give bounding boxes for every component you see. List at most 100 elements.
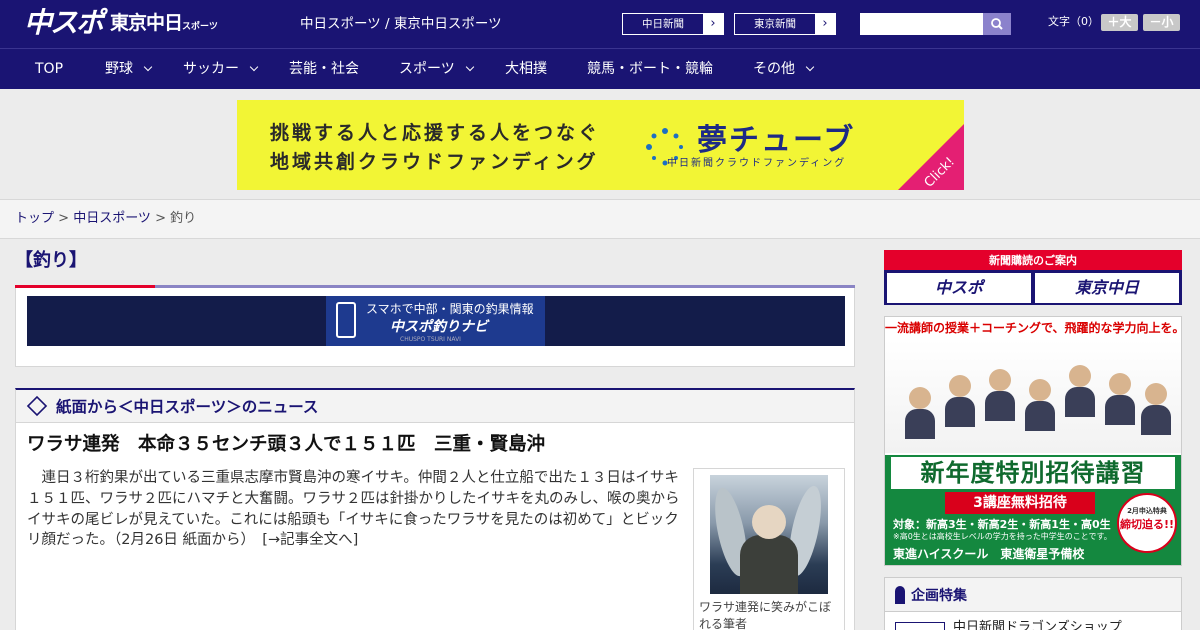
toshin-ad[interactable]: 一流講師の授業＋コーチングで、飛躍的な学力向上を。 新年度特別招待講習 3講座無… (884, 316, 1182, 566)
breadcrumb: トップ > 中日スポーツ > 釣り (15, 211, 196, 227)
nav-other-label: その他 (753, 61, 795, 77)
chevron-down-icon (805, 62, 815, 72)
ad-brand2: 東進衛星予備校 (1000, 547, 1085, 561)
breadcrumb-top[interactable]: トップ (15, 211, 54, 226)
tsuri-navi-line2: 中スポ釣りナビ (390, 319, 488, 335)
breadcrumb-chunichi-sports[interactable]: 中日スポーツ (73, 211, 151, 226)
person-shape (1109, 373, 1131, 395)
tsuri-navi-line1: スマホで中部・関東の釣果情報 (366, 302, 534, 316)
person-shape (985, 391, 1015, 421)
news-header-text: 紙面から＜中日スポーツ＞のニュース (56, 398, 319, 416)
person-shape (949, 375, 971, 397)
banner-logo: 夢チューブ (697, 123, 856, 158)
main-nav: TOP 野球 サッカー 芸能・社会 スポーツ 大相撲 競馬・ボート・競輪 その他 (0, 48, 1200, 89)
read-more-link[interactable]: [→記事全文へ] (262, 532, 358, 548)
nav-sumo-label: 大相撲 (505, 61, 547, 77)
chunichi-shimbun-label: 中日新聞 (642, 18, 684, 30)
chevron-down-icon (465, 62, 474, 72)
nav-top-label: TOP (35, 61, 64, 77)
tokyo-shimbun-button[interactable]: 東京新聞 › (734, 13, 836, 35)
person-shape (1141, 405, 1171, 435)
breadcrumb-sep: > (150, 211, 171, 226)
chevron-right-icon: › (703, 14, 723, 34)
article-summary: 連日３桁釣果が出ている三重県志摩市賢島沖の寒イサキ。仲間２人と仕立船で出た１３日… (27, 468, 685, 551)
ribbon-icon (895, 586, 905, 604)
subscription-header: 新聞購読のご案内 (884, 252, 1182, 270)
tokyo-shimbun-label: 東京新聞 (754, 18, 796, 30)
subscription-box: 新聞購読のご案内 中スポ 東京中日 (884, 250, 1182, 305)
chuspo-logo[interactable]: 中スポ (24, 7, 104, 39)
feature-header: 企画特集 (885, 578, 1181, 612)
nav-sports-label: スポーツ (399, 61, 455, 77)
news-header: 紙面から＜中日スポーツ＞のニュース (16, 390, 854, 423)
breadcrumb-current: 釣り (170, 211, 197, 226)
person-shape (1145, 383, 1167, 405)
feature-item-link[interactable]: 中日新聞ドラゴンズショップ (953, 620, 1122, 630)
nav-entertainment-label: 芸能・社会 (289, 61, 359, 77)
nav-soccer[interactable]: サッカー (183, 49, 259, 90)
ad-brand1: 東進ハイスクール (893, 547, 989, 561)
tsuri-navi-banner[interactable]: スマホで中部・関東の釣果情報 中スポ釣りナビ CHUSPO TSURI NAVI (27, 296, 845, 346)
person-shape (905, 409, 935, 439)
nav-entertainment[interactable]: 芸能・社会 (289, 49, 359, 90)
ad-offer: 3講座無料招待 (945, 492, 1095, 514)
angler-body (740, 535, 798, 594)
ad-brands: 東進ハイスクール 東進衛星予備校 (893, 546, 1084, 562)
tokyo-chunichi-logo-sub: スポーツ (182, 22, 218, 32)
feature-title: 企画特集 (911, 588, 967, 604)
ad-target: 対象：新高3生・新高2生・新高1生・高0生 (893, 518, 1111, 531)
sidebar: 新聞購読のご案内 中スポ 東京中日 一流講師の授業＋コーチングで、飛躍的な学力向… (883, 250, 1183, 630)
chevron-right-icon: › (815, 14, 835, 34)
article-headline[interactable]: ワラサ連発 本命３５センチ頭３人で１５１匹 三重・賢島沖 (27, 433, 545, 457)
nav-baseball[interactable]: 野球 (105, 49, 153, 90)
ad-green-panel: 新年度特別招待講習 3講座無料招待 対象：新高3生・新高2生・新高1生・高0生 … (885, 455, 1181, 565)
feature-thumbnail[interactable] (895, 622, 945, 630)
search-icon (991, 18, 1003, 30)
ad-headline: 新年度特別招待講習 (891, 457, 1175, 489)
search-input[interactable] (860, 13, 983, 35)
tsuri-navi-line3: CHUSPO TSURI NAVI (400, 336, 461, 343)
person-shape (1105, 395, 1135, 425)
nav-racing[interactable]: 競馬・ボート・競輪 (587, 49, 713, 90)
deadline-badge-text: 締切迫る!! (1119, 518, 1175, 531)
breadcrumb-sep: > (54, 211, 74, 226)
nav-other[interactable]: その他 (753, 49, 815, 90)
tokyo-chunichi-logo[interactable]: 東京中日スポーツ (110, 10, 218, 40)
chuspo-subscribe-button[interactable]: 中スポ (887, 273, 1031, 303)
banner-line2: 地域共創クラウドファンディング (270, 151, 599, 173)
chunichi-shimbun-button[interactable]: 中日新聞 › (622, 13, 724, 35)
angler-head (752, 505, 786, 539)
ad-people-photo (885, 339, 1181, 453)
person-shape (1025, 401, 1055, 431)
deadline-badge: 2月申込特典締切迫る!! (1117, 493, 1177, 553)
header: 中スポ 東京中日スポーツ 中日スポーツ / 東京中日スポーツ 中日新聞 › 東京… (0, 0, 1200, 48)
feature-box: 企画特集 中日新聞ドラゴンズショップ (884, 577, 1182, 630)
ad-top-text: 一流講師の授業＋コーチングで、飛躍的な学力向上を。 (885, 321, 1182, 335)
chevron-down-icon (249, 62, 259, 72)
article-photo[interactable] (710, 475, 828, 594)
search-button[interactable] (983, 13, 1011, 35)
nav-racing-label: 競馬・ボート・競輪 (587, 61, 713, 77)
person-shape (1069, 365, 1091, 387)
tokyo-chunichi-subscribe-button[interactable]: 東京中日 (1035, 273, 1179, 303)
nav-sumo[interactable]: 大相撲 (505, 49, 547, 90)
tokyo-chunichi-logo-text: 東京中日 (110, 12, 183, 34)
main-column: 【釣り】 スマホで中部・関東の釣果情報 中スポ釣りナビ CHUSPO TSURI… (15, 240, 855, 630)
tsuri-navi-inner: スマホで中部・関東の釣果情報 中スポ釣りナビ CHUSPO TSURI NAVI (326, 296, 545, 346)
person-shape (1065, 387, 1095, 417)
ad-note: ※高0生とは高校生レベルの学力を持った中学生のことです。 (893, 532, 1112, 541)
deadline-badge-small: 2月申込特典 (1127, 507, 1167, 515)
banner-line1: 挑戦する人と応援する人をつなぐ (270, 122, 601, 144)
site-links[interactable]: 中日スポーツ / 東京中日スポーツ (300, 15, 502, 33)
nav-sports[interactable]: スポーツ (399, 49, 474, 90)
nav-baseball-label: 野球 (105, 61, 133, 77)
nav-top[interactable]: TOP (35, 49, 63, 90)
font-smaller-button[interactable]: －小 (1143, 14, 1180, 31)
font-larger-button[interactable]: ＋大 (1101, 14, 1138, 31)
yume-tube-banner[interactable]: 挑戦する人と応援する人をつなぐ 地域共創クラウドファンディング 夢チューブ 中日… (237, 100, 964, 190)
person-shape (1029, 379, 1051, 401)
nav-soccer-label: サッカー (183, 61, 239, 77)
banner-sub: 中日新聞クラウドファンディング (667, 158, 847, 169)
news-box: 紙面から＜中日スポーツ＞のニュース ワラサ連発 本命３５センチ頭３人で１５１匹 … (15, 388, 855, 630)
newspaper-icon (26, 395, 48, 417)
